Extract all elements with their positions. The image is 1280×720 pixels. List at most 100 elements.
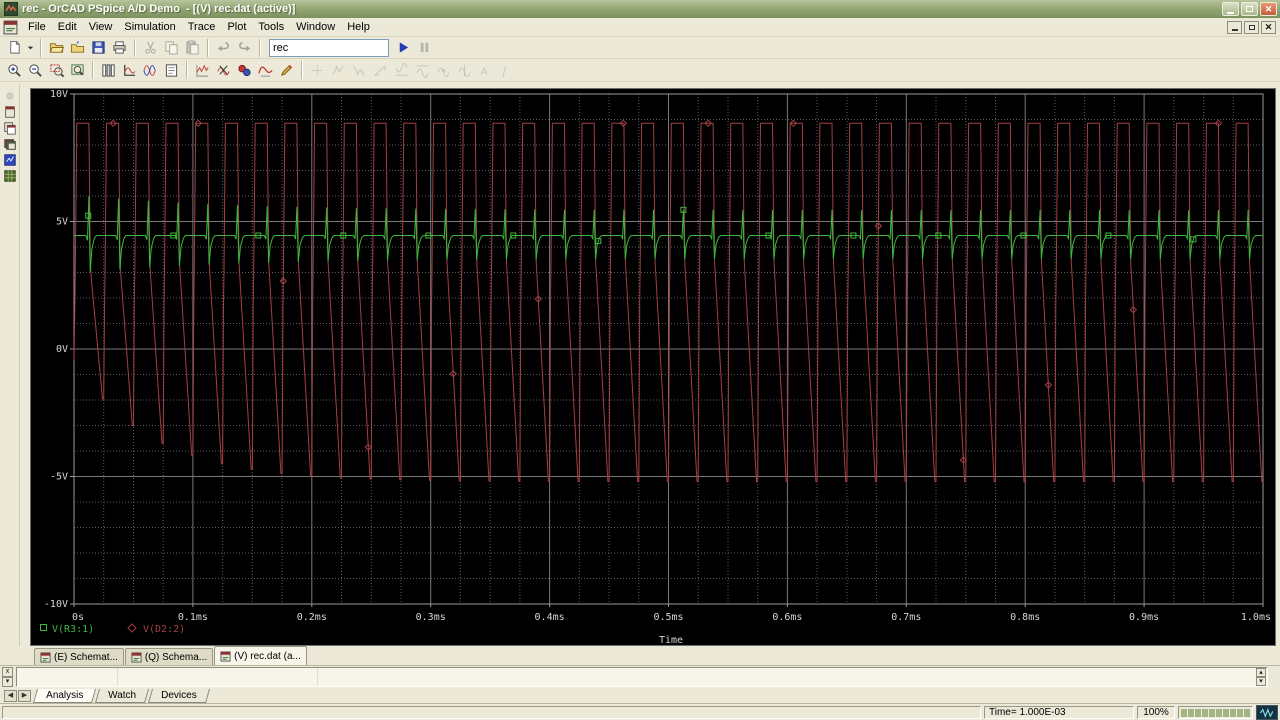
zoom-area-button[interactable]: [46, 60, 67, 80]
window-close-button[interactable]: ✕: [1260, 2, 1277, 16]
redo-button: [234, 38, 255, 58]
svg-text:V(D2:2): V(D2:2): [143, 624, 185, 635]
toolbar-separator: [134, 38, 136, 57]
menu-simulation[interactable]: Simulation: [118, 19, 181, 35]
menu-help[interactable]: Help: [341, 19, 376, 35]
mdi-tab--v-rec-dat-a-[interactable]: (V) rec.dat (a...: [214, 646, 307, 665]
standard-toolbar: [0, 37, 1280, 59]
document-window-icon[interactable]: [3, 20, 18, 35]
zoom-out-button[interactable]: [25, 60, 46, 80]
menu-window[interactable]: Window: [290, 19, 341, 35]
restore-icon: [1248, 24, 1255, 30]
svg-text:-5V: -5V: [50, 472, 68, 483]
progress-block: [1181, 708, 1187, 717]
fourier-button[interactable]: [140, 60, 161, 80]
cursor-point-button: [433, 60, 454, 80]
menu-tools[interactable]: Tools: [252, 19, 290, 35]
dot-icon: [3, 89, 17, 103]
save-button[interactable]: [88, 38, 109, 58]
cursor-label-icon: A: [478, 63, 493, 78]
schematic-page-button[interactable]: [1, 104, 18, 120]
plot-list-button[interactable]: [161, 60, 182, 80]
toolbar-separator: [40, 38, 42, 57]
svg-text:0.3ms: 0.3ms: [416, 612, 446, 623]
output-close-button[interactable]: x: [2, 667, 13, 677]
macros-button[interactable]: [255, 60, 276, 80]
output-tab-analysis[interactable]: Analysis: [32, 688, 97, 703]
print-button[interactable]: [109, 38, 130, 58]
folder-arrow-icon: [70, 40, 85, 55]
axis-icon: [122, 63, 137, 78]
cursor-toggle-icon: [310, 63, 325, 78]
tab-scroll-right-button[interactable]: ▶: [18, 689, 31, 702]
progress-block: [1244, 708, 1250, 717]
menu-view[interactable]: View: [83, 19, 119, 35]
simulation-progress: [1178, 706, 1253, 719]
window-restore-button[interactable]: [1241, 2, 1258, 16]
cascade-windows-button[interactable]: [1, 136, 18, 152]
simulation-results-button[interactable]: [1, 152, 18, 168]
goal-functions-button[interactable]: [234, 60, 255, 80]
cursor-search-button: [454, 60, 475, 80]
zoom-area-icon: [49, 63, 64, 78]
tab-scroll-left-button[interactable]: ◀: [4, 689, 17, 702]
page-icon: [3, 105, 17, 119]
scroll-down-button[interactable]: ▾: [1256, 677, 1266, 686]
delete-traces-button[interactable]: [213, 60, 234, 80]
open-button[interactable]: [46, 38, 67, 58]
window-minimize-button[interactable]: [1222, 2, 1239, 16]
zoom-fit-button[interactable]: [67, 60, 88, 80]
window-title: rec - OrCAD PSpice A/D Demo - [(V) rec.d…: [22, 3, 296, 15]
scroll-up-button[interactable]: ▴: [1256, 668, 1266, 677]
cursor-slope-icon: [373, 63, 388, 78]
simulation-profile-input[interactable]: [269, 38, 389, 57]
mdi-tab--q-schema-[interactable]: (Q) Schema...: [124, 648, 214, 665]
output-list[interactable]: ▴ ▾: [16, 667, 1268, 687]
waveform-plot-window[interactable]: 10V 5V 0V -5V -10V 0s 0.1ms 0.2ms 0.3ms 0.4ms 0.5m…: [30, 88, 1276, 646]
list-icon: [164, 63, 179, 78]
run-button[interactable]: [393, 38, 414, 58]
mdi-tab--e-schemat-[interactable]: (E) Schemat...: [34, 648, 124, 665]
columns-icon: [101, 63, 116, 78]
menu-plot[interactable]: Plot: [221, 19, 252, 35]
document-tab-bar: (E) Schemat... (Q) Schema... (V) rec.dat (…: [0, 646, 1280, 666]
paste-icon: [185, 40, 200, 55]
svg-text:0s: 0s: [72, 612, 84, 623]
cursor-min-button: [391, 60, 412, 80]
title-bar: rec - OrCAD PSpice A/D Demo - [(V) rec.d…: [0, 0, 1280, 18]
svg-text:0.8ms: 0.8ms: [1010, 612, 1040, 623]
new-dropdown-button[interactable]: [25, 38, 36, 58]
child-restore-button[interactable]: [1244, 20, 1259, 34]
cursor-point-icon: [436, 63, 451, 78]
output-scrollbar[interactable]: ▴ ▾: [1256, 668, 1266, 686]
pspice-app-icon: [3, 1, 19, 17]
menu-edit[interactable]: Edit: [52, 19, 83, 35]
child-close-button[interactable]: ✕: [1261, 20, 1276, 34]
child-minimize-button[interactable]: [1227, 20, 1242, 34]
zoom-in-button[interactable]: [4, 60, 25, 80]
new-simulation-button[interactable]: [4, 38, 25, 58]
window-doc-icon: [40, 651, 51, 663]
output-tab-devices[interactable]: Devices: [148, 688, 210, 703]
progress-block: [1188, 708, 1194, 717]
undo-button: [213, 38, 234, 58]
edit-trace-button[interactable]: [276, 60, 297, 80]
plot-pages-button[interactable]: [98, 60, 119, 80]
svg-text:V(R3:1): V(R3:1): [52, 624, 94, 635]
add-trace-button[interactable]: [192, 60, 213, 80]
output-tab-watch[interactable]: Watch: [95, 688, 150, 703]
axis-settings-button[interactable]: [119, 60, 140, 80]
status-time: Time= 1.000E-03: [984, 706, 1134, 719]
output-pin-button[interactable]: ▾: [2, 677, 13, 687]
menu-trace[interactable]: Trace: [182, 19, 222, 35]
simulation-queue-button[interactable]: [1, 168, 18, 184]
menu-file[interactable]: File: [22, 19, 52, 35]
copy-page-button[interactable]: [1, 120, 18, 136]
close-icon: ✕: [1264, 21, 1273, 32]
append-file-button[interactable]: [67, 38, 88, 58]
record-macro-button: [1, 88, 18, 104]
output-tab-strip: ◀ ▶ Analysis Watch Devices: [0, 688, 1280, 704]
toolbar-separator: [186, 61, 188, 79]
undo-icon: [216, 40, 231, 55]
cursor-peak-icon: [331, 63, 346, 78]
